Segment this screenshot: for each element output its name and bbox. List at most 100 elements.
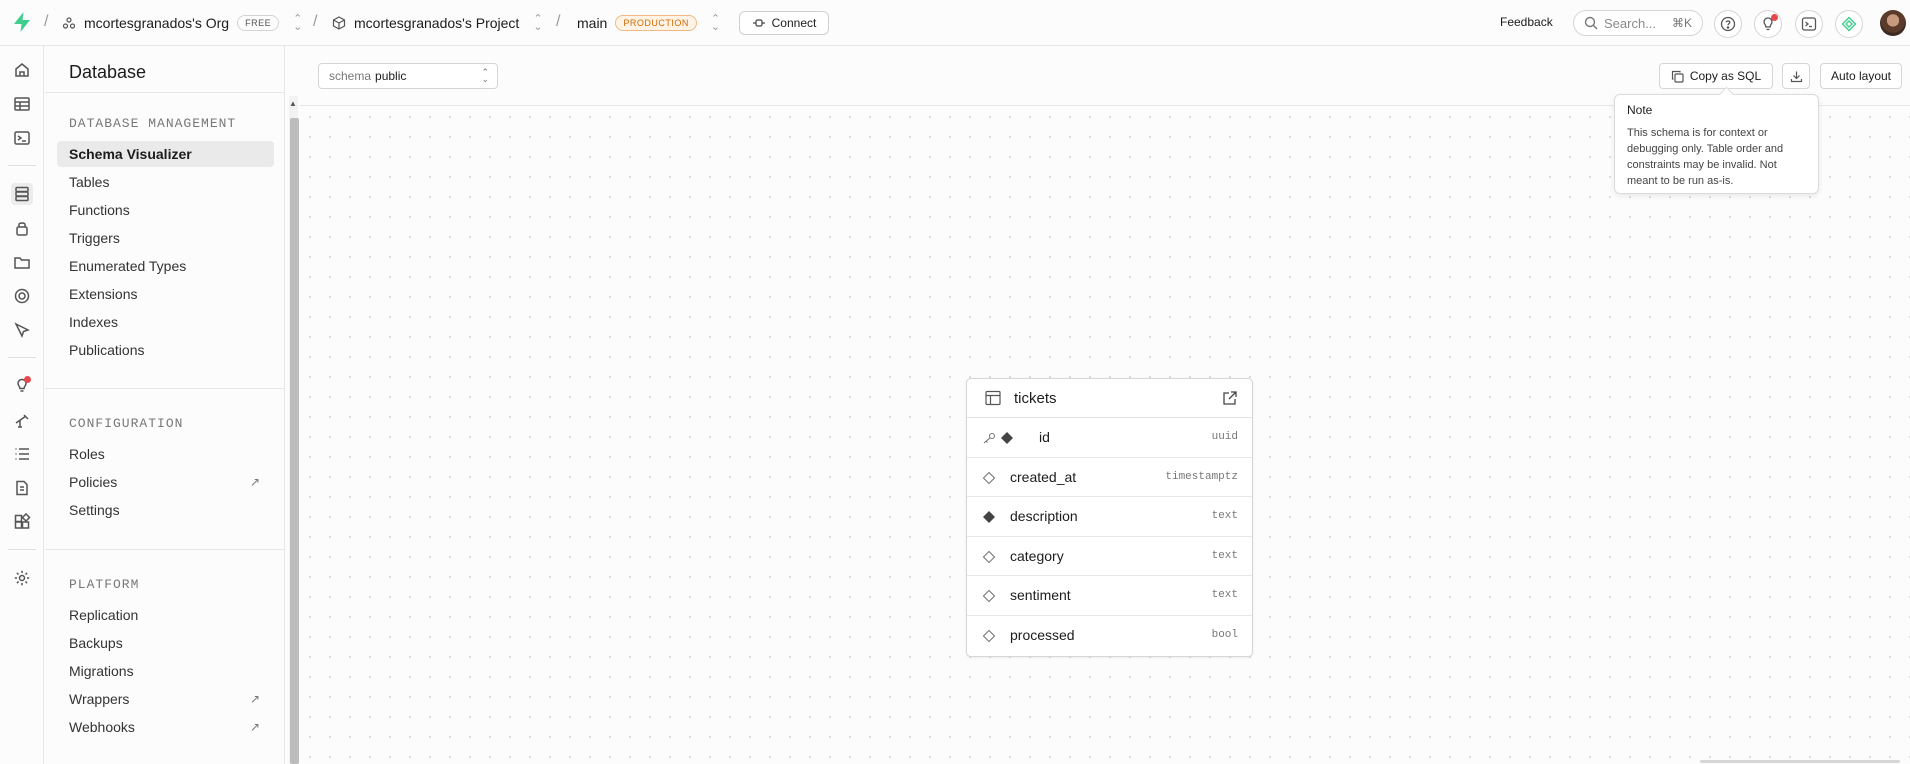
table-node-tickets[interactable]: tickets id uuid created_at timestamptz d… [966,378,1253,657]
feedback-button[interactable]: Feedback [1500,15,1553,29]
sidebar-item-policies[interactable]: Policies ↗ [57,469,274,495]
org-name: mcortesgranados's Org [84,15,230,31]
table-column-row[interactable]: category text [967,537,1252,576]
sidebar-item-tables[interactable]: Tables [57,169,274,195]
sidebar-title: Database [69,62,147,82]
sidebar-header-divider [45,92,285,93]
column-name: category [1010,547,1064,564]
reports-icon[interactable] [11,409,33,431]
database-icon[interactable] [11,183,33,205]
nullable-diamond-icon [982,629,996,642]
search-shortcut: ⌘K [1671,16,1692,30]
sidebar-item-publications[interactable]: Publications [57,337,274,363]
required-diamond-icon [1001,432,1013,444]
sidebar-item-functions[interactable]: Functions [57,197,274,223]
table-name: tickets [1014,389,1057,407]
rail-divider [8,549,36,550]
sidebar-item-webhooks[interactable]: Webhooks ↗ [57,714,274,740]
external-link-icon [1223,391,1237,405]
column-type: timestamptz [1165,470,1238,483]
connect-label: Connect [771,16,817,30]
branch-selector[interactable]: main PRODUCTION ⌃ ⌄ [577,0,720,46]
realtime-icon[interactable] [11,319,33,341]
ai-assistant-button[interactable] [1835,10,1863,38]
table-icon [984,389,1002,407]
section-label-configuration: CONFIGURATION [69,416,184,431]
settings-icon[interactable] [11,567,33,589]
table-editor-icon[interactable] [11,93,33,115]
terminal-button[interactable] [1795,10,1823,38]
auth-icon[interactable] [11,217,33,239]
sidebar-item-backups[interactable]: Backups [57,630,274,656]
breadcrumb-separator: / [313,13,318,30]
search-placeholder: Search... [1604,15,1657,31]
schema-selector-label: schema [329,69,372,83]
copy-icon [1671,70,1684,83]
tooltip-title: Note [1627,103,1653,117]
sidebar-section-divider [45,549,285,550]
nullable-diamond-icon [982,550,996,563]
sidebar-item-roles[interactable]: Roles [57,441,274,467]
schema-selector-value: public [375,69,407,83]
project-selector[interactable]: mcortesgranados's Project ⌃ ⌄ [332,0,543,46]
table-column-row[interactable]: processed bool [967,616,1252,656]
plan-badge: FREE [237,15,280,31]
column-name: id [1039,429,1050,446]
tooltip-body: This schema is for context or debugging … [1627,127,1784,187]
nullable-diamond-icon [982,471,996,484]
table-column-row[interactable]: sentiment text [967,576,1252,616]
sql-editor-icon[interactable] [11,127,33,149]
sidebar-item-wrappers[interactable]: Wrappers ↗ [57,686,274,712]
sidebar-item-extensions[interactable]: Extensions [57,281,274,307]
column-name: created_at [1010,468,1077,485]
connect-button[interactable]: Connect [739,11,829,35]
sidebar-item-label: Wrappers [69,691,130,707]
download-button[interactable] [1782,63,1810,89]
auto-layout-button[interactable]: Auto layout [1820,63,1902,89]
schema-selector[interactable]: schema public ⌃ ⌄ [318,63,498,89]
download-icon [1790,70,1803,83]
terminal-icon [1801,16,1817,32]
open-table-button[interactable] [1221,389,1239,412]
org-selector[interactable]: mcortesgranados's Org FREE ⌃ ⌄ [62,0,302,46]
sidebar-item-replication[interactable]: Replication [57,602,274,628]
supabase-logo-icon[interactable] [10,10,34,34]
sidebar-item-triggers[interactable]: Triggers [57,225,274,251]
sidebar-item-indexes[interactable]: Indexes [57,309,274,335]
breadcrumb-separator: / [44,13,49,30]
plug-icon [752,17,766,29]
primary-key-icon [983,432,996,444]
project-icon [332,16,346,30]
sidebar-scrollbar-thumb[interactable] [290,118,299,764]
section-label-platform: PLATFORM [69,577,140,592]
table-column-row[interactable]: id uuid [967,418,1252,458]
notification-dot [24,376,31,383]
sidebar-item-settings[interactable]: Settings [57,497,274,523]
advisors-button[interactable] [1754,10,1782,38]
edge-functions-icon[interactable] [11,285,33,307]
home-icon[interactable] [11,59,33,81]
table-column-row[interactable]: created_at timestamptz [967,458,1252,497]
api-docs-icon[interactable] [11,477,33,499]
scroll-up-arrow-icon[interactable]: ▲ [289,99,297,108]
logs-icon[interactable] [11,443,33,465]
integrations-icon[interactable] [11,511,33,533]
column-type: bool [1211,629,1238,642]
sidebar-item-migrations[interactable]: Migrations [57,658,274,684]
sidebar-item-label: Webhooks [69,719,135,735]
storage-icon[interactable] [11,251,33,273]
advisors-icon[interactable] [11,375,33,397]
external-link-icon: ↗ [249,475,260,489]
sidebar-item-schema-visualizer[interactable]: Schema Visualizer [57,141,274,167]
table-column-row[interactable]: description text [967,497,1252,537]
search-input[interactable]: Search... ⌘K [1573,10,1703,36]
help-icon [1720,16,1736,32]
canvas-horizontal-scrollbar[interactable] [1700,760,1900,763]
sidebar-item-label: Policies [69,474,118,490]
copy-as-sql-button[interactable]: Copy as SQL [1659,63,1773,89]
help-button[interactable] [1714,10,1742,38]
sidebar-item-enumerated-types[interactable]: Enumerated Types [57,253,274,279]
user-avatar[interactable] [1880,10,1906,36]
chevron-updown-icon: ⌃ ⌄ [481,67,489,84]
column-name: processed [1010,627,1075,644]
